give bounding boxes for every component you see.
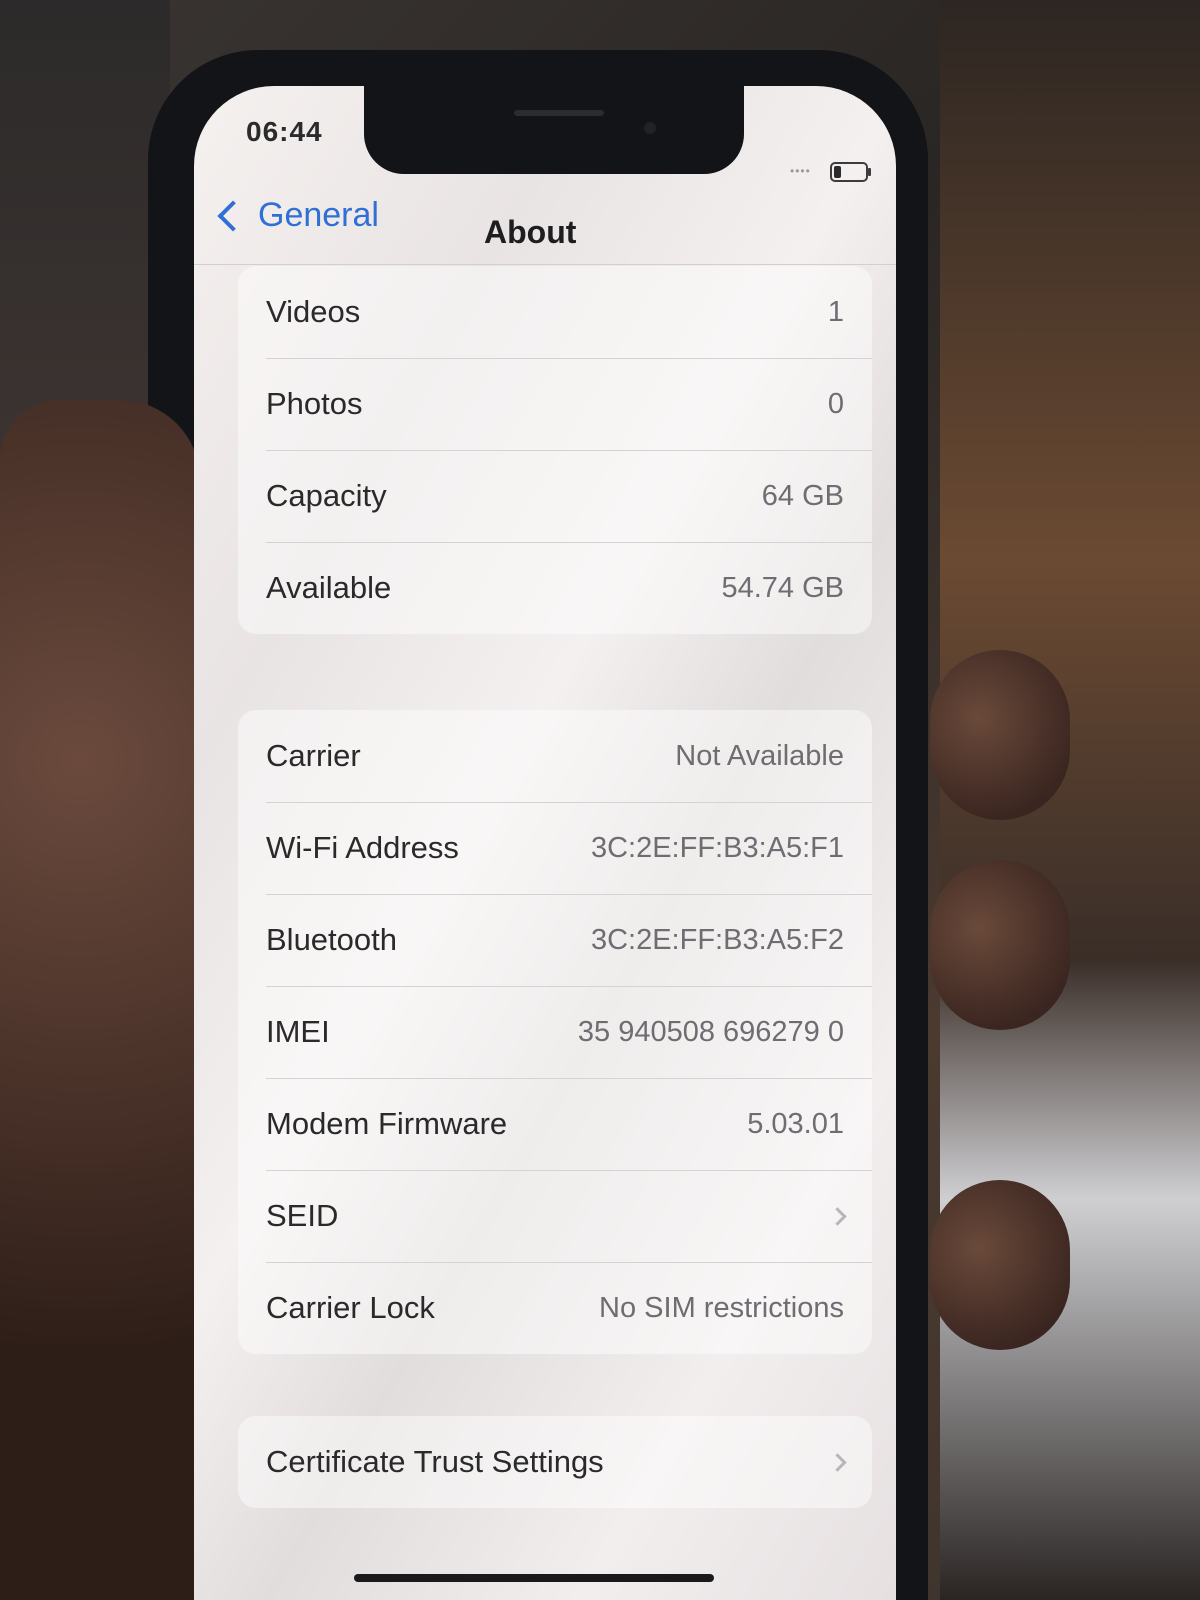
row-value: 54.74 GB: [721, 571, 844, 604]
list-item-carrier-lock: Carrier Lock No SIM restrictions: [238, 1262, 872, 1354]
hand-left: [0, 400, 200, 1600]
row-value: 3C:2E:FF:B3:A5:F2: [590, 923, 844, 956]
finger: [930, 1180, 1070, 1350]
network-group: Carrier Not Available Wi-Fi Address 3C:2…: [238, 710, 872, 1354]
row-value: 64 GB: [761, 479, 844, 512]
list-item-photos: Photos 0: [238, 358, 872, 450]
phone-screen: 06:44 •••• General About Videos 1 Photos…: [194, 86, 896, 1600]
nav-divider: [194, 264, 896, 265]
signal-icon: ••••: [790, 164, 811, 178]
list-item-capacity: Capacity 64 GB: [238, 450, 872, 542]
list-item-wifi-address: Wi-Fi Address 3C:2E:FF:B3:A5:F1: [238, 802, 872, 894]
list-item-imei: IMEI 35 940508 696279 0: [238, 986, 872, 1078]
row-value: 1: [827, 295, 844, 328]
row-value: 5.03.01: [747, 1107, 844, 1140]
row-label: Bluetooth: [266, 922, 397, 957]
home-indicator[interactable]: [354, 1574, 714, 1582]
row-label: Carrier: [266, 738, 361, 773]
row-value: No SIM restrictions: [599, 1291, 844, 1324]
notch: [364, 86, 744, 174]
row-label: SEID: [266, 1198, 339, 1233]
back-button[interactable]: General: [212, 196, 379, 235]
finger: [930, 860, 1070, 1030]
row-label: IMEI: [266, 1014, 330, 1049]
row-value: 0: [827, 387, 844, 420]
chevron-right-icon: [828, 1452, 847, 1472]
row-label: Carrier Lock: [266, 1290, 435, 1325]
row-label: Photos: [266, 386, 363, 421]
row-value: Not Available: [675, 739, 844, 772]
chevron-right-icon: [828, 1206, 847, 1226]
list-item-carrier: Carrier Not Available: [238, 710, 872, 802]
list-item-bluetooth: Bluetooth 3C:2E:FF:B3:A5:F2: [238, 894, 872, 986]
list-item-videos: Videos 1: [238, 266, 872, 358]
row-label: Modem Firmware: [266, 1106, 508, 1141]
row-label: Wi-Fi Address: [266, 830, 459, 865]
back-label: General: [258, 196, 379, 234]
battery-icon: [830, 162, 868, 182]
list-item-certificate-trust-settings[interactable]: Certificate Trust Settings: [238, 1416, 872, 1508]
battery-nub: [868, 168, 871, 176]
storage-group: Videos 1 Photos 0 Capacity 64 GB Availab…: [238, 266, 872, 634]
row-value: 3C:2E:FF:B3:A5:F1: [590, 831, 844, 864]
camera-icon: [644, 122, 656, 134]
row-label: Capacity: [266, 478, 387, 513]
list-item-modem-firmware: Modem Firmware 5.03.01: [238, 1078, 872, 1170]
row-value: 35 940508 696279 0: [577, 1015, 844, 1048]
speaker: [514, 110, 604, 116]
certificate-group: Certificate Trust Settings: [238, 1416, 872, 1508]
row-label: Videos: [266, 294, 361, 329]
row-label: Available: [266, 570, 392, 605]
finger: [930, 650, 1070, 820]
page-title: About: [484, 214, 577, 250]
chevron-left-icon: [217, 199, 249, 232]
status-time: 06:44: [246, 116, 323, 147]
list-item-available: Available 54.74 GB: [238, 542, 872, 634]
list-item-seid[interactable]: SEID: [238, 1170, 872, 1262]
row-label: Certificate Trust Settings: [266, 1444, 604, 1479]
